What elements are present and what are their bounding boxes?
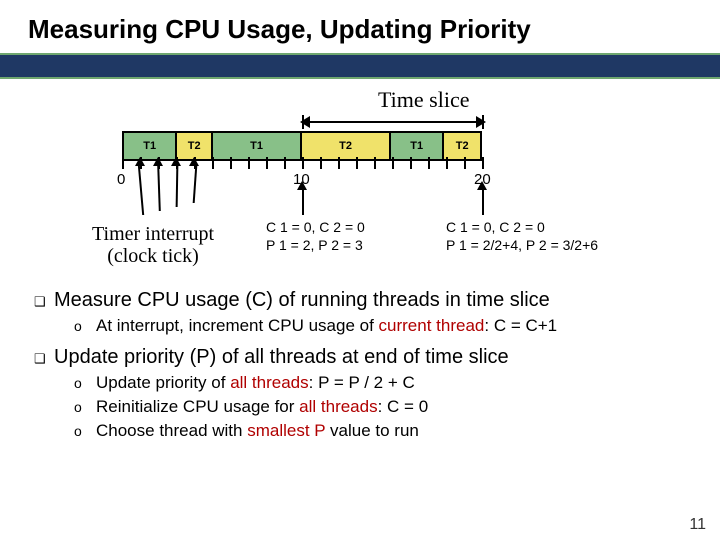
b2s3-pre: Choose thread with xyxy=(96,421,247,440)
bullet-2-sub-1: o Update priority of all threads: P = P … xyxy=(74,373,692,393)
page-number: 11 xyxy=(689,516,706,534)
b2s3-post: value to run xyxy=(325,421,419,440)
bullet-circle-icon: o xyxy=(74,373,96,393)
time-slice-label: Time slice xyxy=(378,87,469,113)
bullet-1: ❑ Measure CPU usage (C) of running threa… xyxy=(34,289,692,312)
event-10-arrow xyxy=(302,189,304,215)
bullet-square-icon: ❑ xyxy=(34,346,54,369)
bullet-2-sub-3: o Choose thread with smallest P value to… xyxy=(74,421,692,441)
b2s1-post: : P = P / 2 + C xyxy=(309,373,415,392)
b1s1-red: current thread xyxy=(379,316,485,335)
time-slice-extent xyxy=(302,115,484,129)
interrupt-arrow-line xyxy=(193,165,198,203)
timer-interrupt-label-l2: (clock tick) xyxy=(92,245,214,267)
bullet-2-text: Update priority (P) of all threads at en… xyxy=(54,346,509,369)
event-20-arrowhead xyxy=(477,181,487,190)
bullet-circle-icon: o xyxy=(74,316,96,336)
bullet-2-sub-1-text: Update priority of all threads: P = P / … xyxy=(96,373,415,393)
bullet-1-sub-1: o At interrupt, increment CPU usage of c… xyxy=(74,316,692,336)
timeline-segment: T1 xyxy=(124,133,177,159)
b2s3-red: smallest P xyxy=(247,421,325,440)
event-20-line1: C 1 = 0, C 2 = 0 xyxy=(446,219,598,237)
bullet-square-icon: ❑ xyxy=(34,289,54,312)
bullet-circle-icon: o xyxy=(74,397,96,417)
b1s1-pre: At interrupt, increment CPU usage of xyxy=(96,316,379,335)
bullet-2-sub-2: o Reinitialize CPU usage for all threads… xyxy=(74,397,692,417)
interrupt-arrow-line xyxy=(138,165,144,215)
timer-interrupt-label-l1: Timer interrupt xyxy=(92,223,214,245)
event-10-line1: C 1 = 0, C 2 = 0 xyxy=(266,219,365,237)
slide-title: Measuring CPU Usage, Updating Priority xyxy=(28,14,692,45)
bullet-circle-icon: o xyxy=(74,421,96,441)
timeline-segment: T2 xyxy=(177,133,213,159)
b2s2-red: all threads xyxy=(299,397,377,416)
interrupt-arrow-head xyxy=(135,157,145,166)
b2s2-pre: Reinitialize CPU usage for xyxy=(96,397,299,416)
slide: Measuring CPU Usage, Updating Priority T… xyxy=(0,0,720,540)
interrupt-arrow-head xyxy=(153,157,163,166)
timer-interrupt-arrows xyxy=(0,161,720,219)
timeline-segment: T1 xyxy=(213,133,302,159)
bullet-2-sub-2-text: Reinitialize CPU usage for all threads: … xyxy=(96,397,428,417)
bullet-1-sub-1-text: At interrupt, increment CPU usage of cur… xyxy=(96,316,557,336)
timeline-segment: T2 xyxy=(444,133,480,159)
interrupt-arrow-head xyxy=(171,157,181,166)
content: ❑ Measure CPU usage (C) of running threa… xyxy=(0,289,720,441)
bullet-2: ❑ Update priority (P) of all threads at … xyxy=(34,346,692,369)
timeline-segment: T2 xyxy=(302,133,391,159)
timer-interrupt-label: Timer interrupt (clock tick) xyxy=(92,223,214,267)
b1s1-post: : C = C+1 xyxy=(484,316,557,335)
event-10-arrowhead xyxy=(297,181,307,190)
event-10-text: C 1 = 0, C 2 = 0 P 1 = 2, P 2 = 3 xyxy=(266,219,365,254)
event-20-text: C 1 = 0, C 2 = 0 P 1 = 2/2+4, P 2 = 3/2+… xyxy=(446,219,598,254)
interrupt-arrow-head xyxy=(189,157,199,166)
bullet-1-text: Measure CPU usage (C) of running threads… xyxy=(54,289,550,312)
b2s2-post: : C = 0 xyxy=(378,397,429,416)
bullet-2-sub-3-text: Choose thread with smallest P value to r… xyxy=(96,421,419,441)
interrupt-arrow-line xyxy=(157,165,161,211)
timeline-segment: T1 xyxy=(391,133,444,159)
title-area: Measuring CPU Usage, Updating Priority xyxy=(0,0,720,53)
event-20-line2: P 1 = 2/2+4, P 2 = 3/2+6 xyxy=(446,237,598,255)
header-stripe xyxy=(0,53,720,79)
event-10-line2: P 1 = 2, P 2 = 3 xyxy=(266,237,365,255)
interrupt-arrow-line xyxy=(176,165,179,207)
event-20-arrow xyxy=(482,189,484,215)
b2s1-red: all threads xyxy=(230,373,308,392)
timeline-diagram: Time slice T1T2T1T2T1T2 0 10 20 Timer in… xyxy=(0,85,720,285)
b2s1-pre: Update priority of xyxy=(96,373,230,392)
